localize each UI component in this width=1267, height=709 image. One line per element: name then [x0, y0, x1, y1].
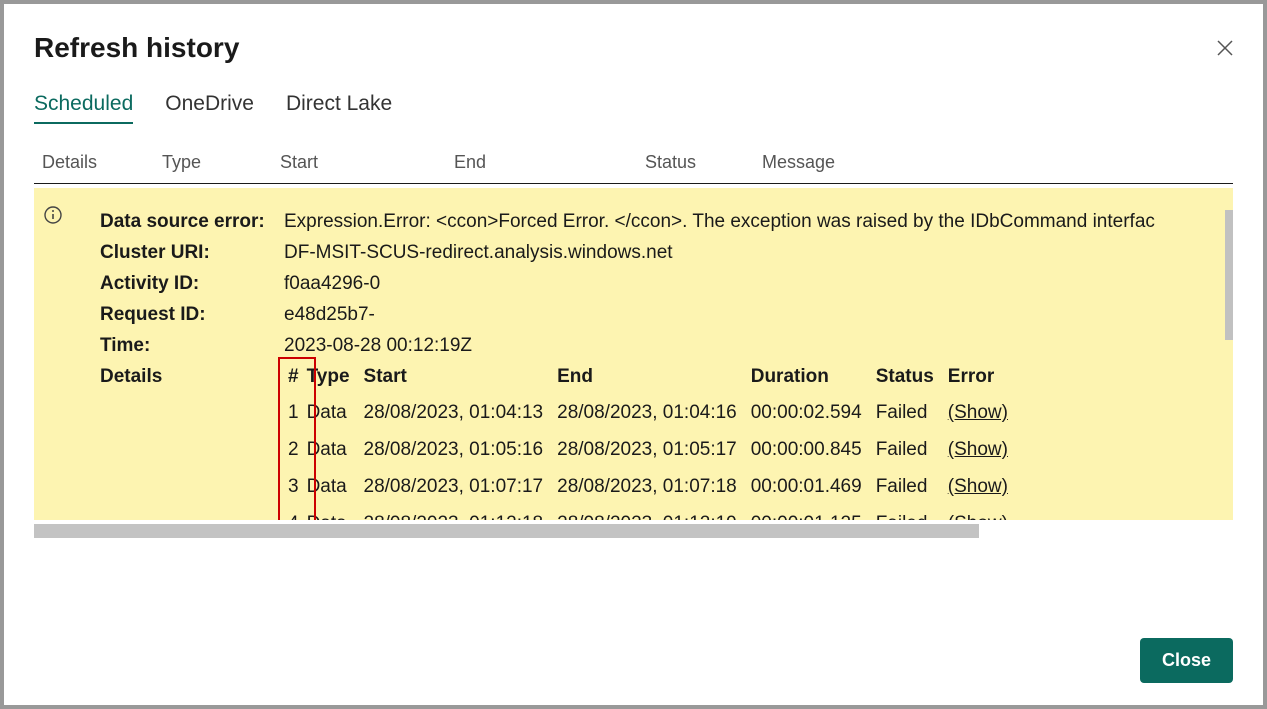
col-type: Type [162, 152, 280, 173]
table-row: 2Data28/08/2023, 01:05:1628/08/2023, 01:… [284, 431, 1022, 468]
close-button[interactable]: Close [1140, 638, 1233, 683]
table-cell: Failed [876, 505, 948, 520]
col-details: Details [42, 152, 162, 173]
table-cell: 28/08/2023, 01:04:16 [557, 394, 751, 431]
value-time: 2023-08-28 00:12:19Z [284, 330, 1233, 361]
attempt-col-header: Error [948, 361, 1022, 394]
error-detail-panel: Data source error: Expression.Error: <cc… [34, 188, 1233, 520]
tab-onedrive[interactable]: OneDrive [165, 92, 254, 124]
attempt-col-header: End [557, 361, 751, 394]
info-icon [44, 206, 62, 224]
table-cell: 28/08/2023, 01:04:13 [364, 394, 558, 431]
table-cell: 28/08/2023, 01:12:18 [364, 505, 558, 520]
table-cell: 28/08/2023, 01:07:18 [557, 468, 751, 505]
col-end: End [454, 152, 645, 173]
table-cell: 28/08/2023, 01:05:17 [557, 431, 751, 468]
attempt-col-header: Duration [751, 361, 876, 394]
horizontal-scrollbar-thumb[interactable] [34, 524, 979, 538]
table-cell: 00:00:01.125 [751, 505, 876, 520]
tab-bar: Scheduled OneDrive Direct Lake [34, 92, 1233, 124]
value-data-source-error: Expression.Error: <ccon>Forced Error. </… [284, 206, 1233, 237]
show-error-link[interactable]: (Show) [948, 513, 1008, 520]
table-cell: (Show) [948, 505, 1022, 520]
table-cell: 00:00:01.469 [751, 468, 876, 505]
table-cell: Failed [876, 431, 948, 468]
tab-direct-lake[interactable]: Direct Lake [286, 92, 392, 124]
table-cell: 00:00:02.594 [751, 394, 876, 431]
col-start: Start [280, 152, 454, 173]
table-row: 3Data28/08/2023, 01:07:1728/08/2023, 01:… [284, 468, 1022, 505]
scrollbar-thumb[interactable] [1225, 210, 1233, 340]
table-cell: Failed [876, 394, 948, 431]
horizontal-scrollbar-track[interactable] [34, 524, 1029, 538]
value-activity-id: f0aa4296-0 [284, 268, 1233, 299]
value-request-id: e48d25b7- [284, 299, 1233, 330]
label-request-id: Request ID: [100, 299, 284, 330]
tab-scheduled[interactable]: Scheduled [34, 92, 133, 124]
table-cell: 28/08/2023, 01:07:17 [364, 468, 558, 505]
close-icon[interactable] [1217, 40, 1233, 56]
value-cluster-uri: DF-MSIT-SCUS-redirect.analysis.windows.n… [284, 237, 1233, 268]
show-error-link[interactable]: (Show) [948, 476, 1008, 497]
label-activity-id: Activity ID: [100, 268, 284, 299]
table-cell: Failed [876, 468, 948, 505]
table-cell: 28/08/2023, 01:05:16 [364, 431, 558, 468]
table-cell: (Show) [948, 431, 1022, 468]
label-data-source-error: Data source error: [100, 206, 284, 237]
attempt-col-header: Status [876, 361, 948, 394]
table-row: 1Data28/08/2023, 01:04:1328/08/2023, 01:… [284, 394, 1022, 431]
col-status: Status [645, 152, 762, 173]
dialog-title: Refresh history [34, 32, 239, 64]
table-cell: (Show) [948, 468, 1022, 505]
highlight-box [278, 357, 316, 520]
refresh-history-dialog: Refresh history Scheduled OneDrive Direc… [4, 4, 1263, 705]
show-error-link[interactable]: (Show) [948, 402, 1008, 423]
col-message: Message [762, 152, 1225, 173]
table-cell: 28/08/2023, 01:12:19 [557, 505, 751, 520]
table-row: 4Data28/08/2023, 01:12:1828/08/2023, 01:… [284, 505, 1022, 520]
attempt-table: #TypeStartEndDurationStatusError 1Data28… [284, 361, 1022, 520]
label-time: Time: [100, 330, 284, 361]
table-cell: 00:00:00.845 [751, 431, 876, 468]
table-cell: (Show) [948, 394, 1022, 431]
history-columns: Details Type Start End Status Message [34, 152, 1233, 184]
label-cluster-uri: Cluster URI: [100, 237, 284, 268]
attempt-col-header: Start [364, 361, 558, 394]
show-error-link[interactable]: (Show) [948, 439, 1008, 460]
label-details: Details [100, 361, 284, 520]
